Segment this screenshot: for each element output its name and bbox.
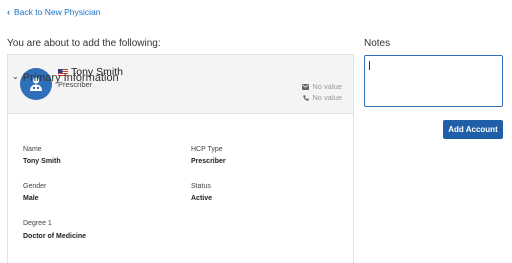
name-label: Name (23, 146, 42, 153)
add-account-button[interactable]: Add Account (443, 120, 503, 139)
phone-value: No value (312, 93, 342, 102)
back-to-new-physician-link[interactable]: ‹ Back to New Physician (7, 7, 100, 17)
email-row: No value (302, 82, 342, 91)
notes-textarea[interactable] (364, 55, 503, 107)
chevron-down-icon: ⌄ (12, 72, 19, 81)
hcp-type-value: Prescriber (191, 158, 226, 165)
back-link-label: Back to New Physician (14, 7, 101, 17)
primary-information-toggle[interactable]: ⌄ Primary Information (12, 72, 119, 84)
degree-value: Doctor of Medicine (23, 233, 87, 240)
phone-row: No value (303, 93, 342, 102)
intro-text: You are about to add the following: (7, 38, 161, 49)
card-header: Tony Smith Prescriber No value No value (8, 55, 353, 114)
email-value: No value (312, 82, 342, 91)
section-title-text: Primary Information (22, 72, 119, 84)
status-label: Status (191, 183, 211, 190)
envelope-icon (302, 83, 310, 90)
hcp-type-label: HCP Type (191, 146, 223, 153)
gender-value: Male (23, 195, 39, 202)
chevron-left-icon: ‹ (7, 6, 10, 17)
name-value: Tony Smith (23, 158, 61, 165)
gender-label: Gender (23, 183, 47, 190)
text-cursor (369, 61, 370, 70)
notes-label: Notes (364, 38, 391, 49)
phone-icon (303, 94, 310, 101)
degree-label: Degree 1 (23, 220, 52, 227)
status-value: Active (191, 195, 213, 202)
